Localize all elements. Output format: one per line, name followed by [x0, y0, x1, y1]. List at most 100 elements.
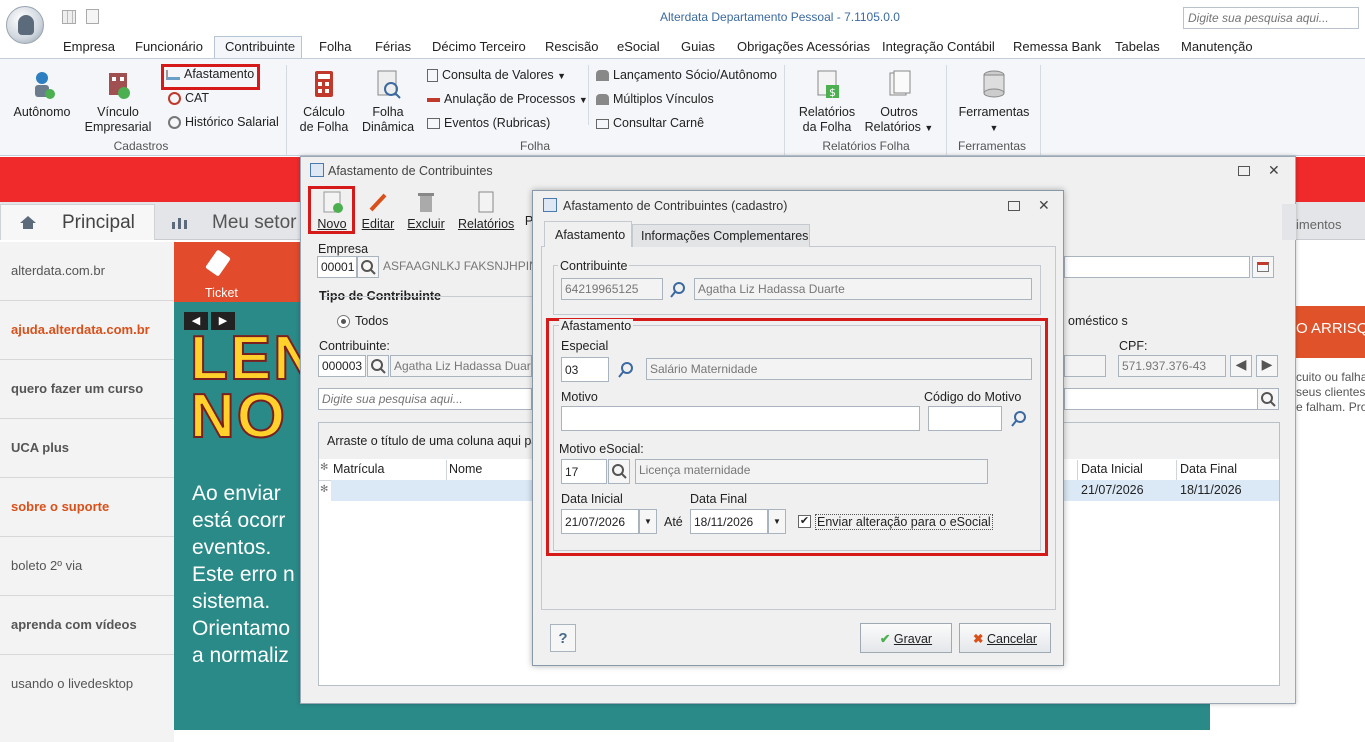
close-icon[interactable]: ✕ — [1268, 162, 1280, 179]
tab-contribuinte[interactable]: Contribuinte — [225, 39, 295, 54]
data-final-field[interactable]: 18/11/2026 — [690, 509, 768, 534]
outros-relatorios-button[interactable]: Outros Relatórios ▼ — [864, 69, 934, 136]
separator — [946, 65, 947, 155]
cell-data-final: 18/11/2026 — [1180, 483, 1242, 497]
grid-search-input[interactable] — [318, 388, 532, 410]
autonomo-button[interactable]: Autônomo — [10, 69, 74, 120]
restore-icon[interactable] — [1008, 201, 1020, 211]
tab-decimo-terceiro[interactable]: Décimo Terceiro — [432, 39, 526, 54]
anulacao-label: Anulação de Processos — [444, 92, 576, 106]
editar-button[interactable]: Editar — [360, 190, 396, 231]
tab-empresa[interactable]: Empresa — [63, 39, 115, 54]
documents-icon — [889, 70, 911, 96]
especial-code-field[interactable]: 03 — [561, 357, 609, 382]
motivo-esocial-search-button[interactable] — [608, 459, 630, 484]
codigo-motivo-field[interactable] — [928, 406, 1002, 431]
cat-button[interactable]: CAT — [168, 91, 209, 106]
grid-search-extra[interactable] — [1064, 388, 1258, 410]
col-nome[interactable]: Nome — [449, 462, 482, 476]
sidebar-link-ajuda[interactable]: ajuda.alterdata.com.br — [11, 322, 150, 337]
tab-obrigacoes[interactable]: Obrigações Acessórias — [737, 39, 870, 54]
tab-manutencao[interactable]: Manutenção — [1181, 39, 1253, 54]
magnifier-icon[interactable] — [617, 361, 635, 379]
ticket-label: Ticket — [205, 286, 238, 300]
tab-guias[interactable]: Guias — [681, 39, 715, 54]
grid-search-button[interactable] — [1257, 388, 1279, 410]
document-icon[interactable] — [86, 9, 99, 24]
sidebar-link-suporte[interactable]: sobre o suporte — [11, 499, 109, 514]
col-matricula[interactable]: Matrícula — [333, 462, 384, 476]
cancelar-button[interactable]: ✖ Cancelar — [959, 623, 1051, 653]
app-title: Alterdata Departamento Pessoal - 7.1105.… — [660, 10, 900, 24]
ferramentas-button[interactable]: Ferramentas ▼ — [956, 69, 1032, 136]
consulta-valores-button[interactable]: Consulta de Valores ▼ — [427, 68, 566, 83]
tab-rescisao[interactable]: Rescisão — [545, 39, 598, 54]
calculo-folha-button[interactable]: Cálculo de Folha — [296, 69, 352, 135]
tab-folha[interactable]: Folha — [319, 39, 352, 54]
sidebar-link-videos[interactable]: aprenda com vídeos — [11, 617, 137, 632]
tab-tabelas[interactable]: Tabelas — [1115, 39, 1160, 54]
multiplos-vinculos-button[interactable]: Múltiplos Vínculos — [596, 92, 714, 106]
historico-salarial-button[interactable]: Histórico Salarial — [168, 115, 279, 130]
data-final-dropdown[interactable]: ▼ — [768, 509, 786, 534]
prev-record-button[interactable]: ◀ — [1230, 355, 1252, 377]
people-icon — [596, 94, 609, 106]
restore-icon[interactable] — [1238, 166, 1250, 176]
grid-icon[interactable] — [62, 10, 76, 24]
folha-dinamica-button[interactable]: Folha Dinâmica — [358, 69, 418, 135]
tab-integracao[interactable]: Integração Contábil — [882, 39, 995, 54]
close-icon[interactable]: ✕ — [1038, 197, 1050, 214]
motivo-field[interactable] — [561, 406, 920, 431]
list-icon — [427, 118, 440, 130]
data-inicial-dropdown[interactable]: ▼ — [639, 509, 657, 534]
excluir-button[interactable]: Excluir — [406, 190, 446, 231]
tab-remessa-bank[interactable]: Remessa Bank — [1013, 39, 1101, 54]
global-search-input[interactable] — [1183, 7, 1359, 29]
relatorios-button[interactable]: Relatórios — [458, 190, 514, 231]
tab-meu-setor[interactable]: Meu setor — [212, 212, 296, 234]
contribuinte-search-button[interactable] — [367, 355, 389, 377]
svg-text:$: $ — [829, 86, 836, 99]
empresa-search-button[interactable] — [357, 256, 379, 278]
empresa-code-field[interactable]: 00001 — [317, 256, 357, 278]
cell-data-inicial: 21/07/2026 — [1081, 483, 1144, 497]
arrow-right-icon: ▶ — [1261, 356, 1273, 372]
sidebar-link-livedesktop[interactable]: usando o livedesktop — [11, 676, 133, 691]
trash-icon — [418, 193, 434, 212]
sidebar — [0, 242, 174, 742]
col-data-inicial[interactable]: Data Inicial — [1081, 462, 1143, 476]
enviar-esocial-checkbox[interactable]: ✔ — [798, 515, 811, 528]
contribuinte-code-field[interactable]: 000003 — [318, 355, 366, 377]
eventos-rubricas-button[interactable]: Eventos (Rubricas) — [427, 116, 550, 130]
data-inicial-field[interactable]: 21/07/2026 — [561, 509, 639, 534]
vinculo-empresarial-button[interactable]: Vínculo Empresarial — [84, 69, 152, 135]
tab-ferias[interactable]: Férias — [375, 39, 411, 54]
next-record-button[interactable]: ▶ — [1256, 355, 1278, 377]
anulacao-processos-button[interactable]: Anulação de Processos ▼ — [427, 92, 588, 106]
sidebar-link-boleto[interactable]: boleto 2º via — [11, 558, 82, 573]
chart-icon — [172, 218, 187, 229]
tab-esocial[interactable]: eSocial — [617, 39, 660, 54]
todos-radio[interactable] — [337, 315, 350, 328]
gravar-button[interactable]: ✔ Gravar — [860, 623, 952, 653]
sidebar-link-uca[interactable]: UCA plus — [11, 440, 69, 455]
help-button[interactable]: ? — [550, 624, 576, 652]
relatorios-folha-button[interactable]: $ Relatórios da Folha — [796, 69, 858, 135]
empresa-extra-field[interactable] — [1064, 256, 1250, 278]
tab-funcionario[interactable]: Funcionário — [135, 39, 203, 54]
sidebar-link-alterdata[interactable]: alterdata.com.br — [11, 263, 105, 278]
chevron-down-icon: ▼ — [773, 517, 781, 526]
magnifier-icon[interactable] — [1010, 410, 1028, 428]
enviar-esocial-label[interactable]: Enviar alteração para o eSocial — [815, 514, 993, 530]
sidebar-link-curso[interactable]: quero fazer um curso — [11, 381, 143, 396]
lancamento-socio-button[interactable]: Lançamento Sócio/Autônomo — [596, 68, 777, 82]
calendar-button[interactable] — [1252, 256, 1274, 278]
tab-right-label[interactable]: imentos — [1296, 217, 1342, 232]
first-aid-icon — [168, 92, 181, 106]
motivo-esocial-code-field[interactable]: 17 — [561, 459, 607, 484]
check-icon: ✔ — [879, 632, 891, 646]
divider — [0, 300, 174, 301]
consultar-carne-button[interactable]: Consultar Carnê — [596, 116, 704, 130]
ate-label: Até — [664, 515, 683, 529]
col-data-final[interactable]: Data Final — [1180, 462, 1237, 476]
